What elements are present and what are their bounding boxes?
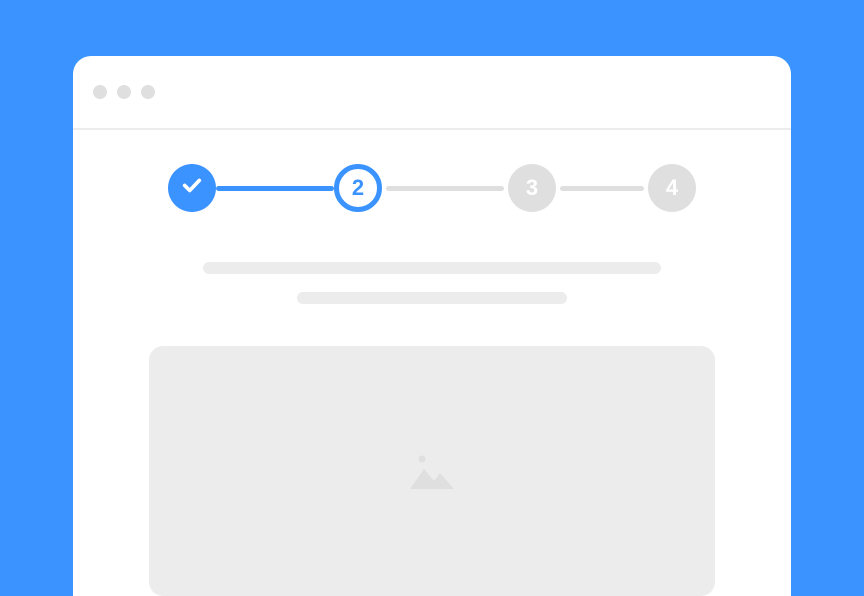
step-3-label: 3	[526, 175, 538, 201]
content-area: 2 3 4	[73, 130, 791, 596]
image-placeholder-icon	[408, 451, 456, 491]
heading-placeholder	[203, 262, 661, 274]
progress-stepper: 2 3 4	[73, 164, 791, 212]
window-control-minimize[interactable]	[117, 85, 131, 99]
step-1-completed[interactable]	[168, 164, 216, 212]
connector-1-2	[216, 186, 334, 191]
step-4-upcoming[interactable]: 4	[648, 164, 696, 212]
window-control-close[interactable]	[93, 85, 107, 99]
connector-3-4	[560, 186, 644, 191]
step-3-upcoming[interactable]: 3	[508, 164, 556, 212]
step-2-current[interactable]: 2	[334, 164, 382, 212]
window-control-maximize[interactable]	[141, 85, 155, 99]
step-2-label: 2	[352, 175, 364, 201]
subheading-placeholder	[297, 292, 567, 304]
text-placeholder-group	[73, 262, 791, 304]
connector-2-3	[386, 186, 504, 191]
browser-window: 2 3 4	[73, 56, 791, 596]
window-titlebar	[73, 56, 791, 128]
image-upload-card[interactable]	[149, 346, 715, 596]
check-icon	[181, 174, 203, 202]
step-4-label: 4	[666, 175, 678, 201]
